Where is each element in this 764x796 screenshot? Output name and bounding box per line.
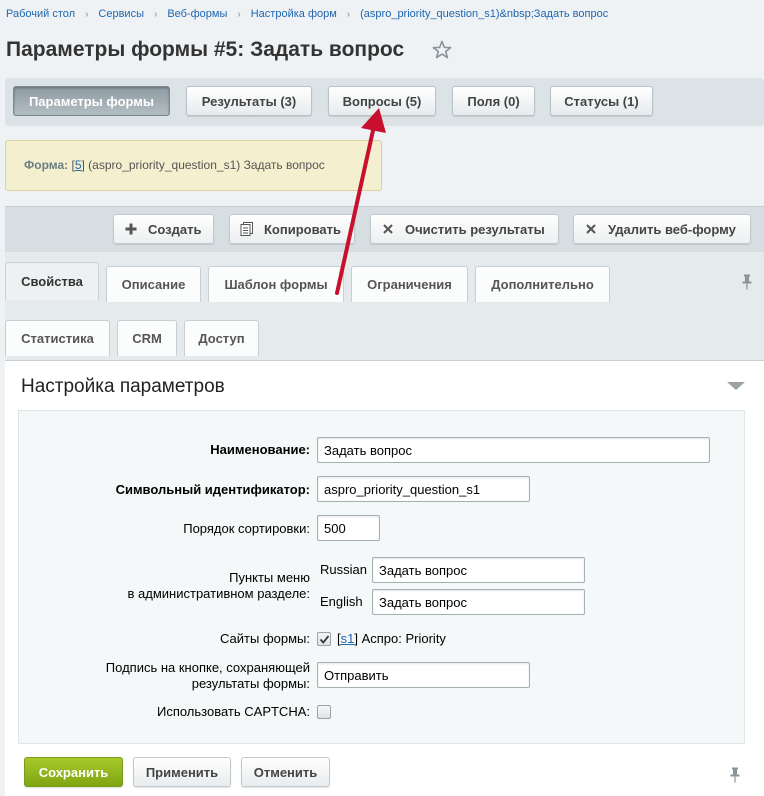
captcha-checkbox[interactable] bbox=[317, 705, 331, 719]
menu-ru-input[interactable] bbox=[372, 557, 585, 583]
button-label-line2: результаты формы: bbox=[191, 676, 310, 691]
tab-label: Описание bbox=[121, 277, 186, 292]
breadcrumb-separator: › bbox=[346, 9, 351, 20]
tab-restrictions[interactable]: Ограничения bbox=[351, 266, 468, 302]
tab-description[interactable]: Описание bbox=[106, 266, 201, 302]
context-tab-questions[interactable]: Вопросы (5) bbox=[328, 86, 436, 116]
context-tab-form-params[interactable]: Параметры формы bbox=[13, 86, 170, 116]
clear-results-button-label: Очистить результаты bbox=[405, 221, 545, 237]
close-icon bbox=[586, 224, 596, 234]
close-icon bbox=[383, 224, 393, 234]
form-notice: Форма: [5] (aspro_priority_question_s1) … bbox=[5, 140, 382, 191]
name-input[interactable] bbox=[317, 437, 710, 463]
save-button-label: Сохранить bbox=[38, 764, 109, 780]
plus-icon bbox=[125, 223, 137, 235]
collapse-icon[interactable] bbox=[727, 382, 745, 390]
create-button[interactable]: Создать bbox=[113, 214, 214, 244]
cancel-button-label: Отменить bbox=[253, 764, 318, 780]
tab-label: CRM bbox=[132, 331, 162, 346]
breadcrumb-item-current[interactable]: (aspro_priority_question_s1)&nbsp;Задать… bbox=[360, 8, 608, 20]
context-tab-label: Вопросы (5) bbox=[342, 93, 422, 109]
create-button-label: Создать bbox=[148, 221, 202, 237]
tab-label: Дополнительно bbox=[491, 277, 594, 292]
menu-label-line2: в административном разделе: bbox=[127, 586, 310, 601]
site-entry: [s1] Аспро: Priority bbox=[337, 631, 446, 646]
context-tab-label: Параметры формы bbox=[28, 93, 155, 109]
context-tab-label: Результаты (3) bbox=[201, 93, 297, 109]
sid-input[interactable] bbox=[317, 476, 530, 502]
clear-results-button[interactable]: Очистить результаты bbox=[370, 214, 559, 244]
breadcrumb-item-webforms[interactable]: Веб-формы bbox=[167, 8, 227, 20]
site-checkbox[interactable] bbox=[317, 632, 331, 646]
tab-label: Свойства bbox=[21, 274, 83, 289]
captcha-label: Использовать CAPTCHA: bbox=[156, 704, 310, 719]
sites-label: Сайты формы: bbox=[220, 631, 310, 646]
check-icon bbox=[319, 635, 330, 644]
menu-label-line1: Пункты меню bbox=[229, 570, 310, 585]
tab-additional[interactable]: Дополнительно bbox=[475, 266, 610, 302]
star-icon[interactable] bbox=[432, 40, 452, 60]
tab-access[interactable]: Доступ bbox=[184, 320, 259, 356]
breadcrumb-item-desktop[interactable]: Рабочий стол bbox=[6, 8, 75, 20]
sort-label: Порядок сортировки: bbox=[183, 521, 310, 536]
notice-text: (aspro_priority_question_s1) Задать вопр… bbox=[88, 158, 325, 172]
button-text-input[interactable] bbox=[317, 662, 530, 688]
notice-form-id-link[interactable]: 5 bbox=[75, 158, 82, 172]
delete-form-button[interactable]: Удалить веб-форму bbox=[573, 214, 751, 244]
pin-icon[interactable] bbox=[729, 767, 741, 783]
copy-icon bbox=[240, 222, 253, 236]
copy-button[interactable]: Копировать bbox=[229, 214, 355, 244]
breadcrumb-separator: › bbox=[153, 9, 158, 20]
tab-label: Статистика bbox=[21, 331, 94, 346]
sort-input[interactable] bbox=[317, 515, 380, 541]
name-label: Наименование: bbox=[210, 442, 310, 457]
breadcrumb-item-form-settings[interactable]: Настройка форм bbox=[251, 8, 337, 20]
menu-en-lang: English bbox=[320, 594, 363, 609]
breadcrumb-separator: › bbox=[237, 9, 241, 20]
delete-form-button-label: Удалить веб-форму bbox=[608, 221, 736, 237]
tab-properties[interactable]: Свойства bbox=[5, 262, 99, 300]
tab-statistics[interactable]: Статистика bbox=[5, 320, 110, 356]
tab-label: Доступ bbox=[198, 331, 245, 346]
context-tab-statuses[interactable]: Статусы (1) bbox=[550, 86, 653, 116]
cancel-button[interactable]: Отменить bbox=[241, 757, 330, 787]
tab-label: Шаблон формы bbox=[224, 277, 328, 292]
copy-button-label: Копировать bbox=[264, 221, 342, 237]
pin-icon[interactable] bbox=[741, 274, 753, 290]
context-tab-label: Поля (0) bbox=[467, 93, 520, 109]
menu-ru-lang: Russian bbox=[320, 562, 367, 577]
context-tab-results[interactable]: Результаты (3) bbox=[186, 86, 312, 116]
menu-en-input[interactable] bbox=[372, 589, 585, 615]
section-title: Настройка параметров bbox=[21, 376, 225, 397]
tab-label: Ограничения bbox=[367, 277, 452, 292]
breadcrumb-item-services[interactable]: Сервисы bbox=[98, 8, 144, 20]
breadcrumb: Рабочий стол › Сервисы › Веб-формы › Настройка… bbox=[6, 8, 608, 20]
button-label-line1: Подпись на кнопке, сохраняющей bbox=[105, 660, 310, 675]
site-link[interactable]: s1 bbox=[341, 631, 355, 646]
apply-button-label: Применить bbox=[145, 764, 219, 780]
page-title: Параметры формы #5: Задать вопрос bbox=[6, 38, 405, 61]
save-button[interactable]: Сохранить bbox=[24, 757, 123, 787]
sid-label: Символьный идентификатор: bbox=[115, 482, 310, 497]
tab-crm[interactable]: CRM bbox=[117, 320, 177, 356]
notice-label: Форма: bbox=[24, 158, 69, 172]
site-name: Аспро: Priority bbox=[361, 631, 446, 646]
context-tab-fields[interactable]: Поля (0) bbox=[452, 86, 535, 116]
breadcrumb-separator: › bbox=[85, 9, 89, 20]
apply-button[interactable]: Применить bbox=[133, 757, 231, 787]
tab-form-template[interactable]: Шаблон формы bbox=[208, 266, 344, 302]
context-tab-label: Статусы (1) bbox=[564, 93, 639, 109]
